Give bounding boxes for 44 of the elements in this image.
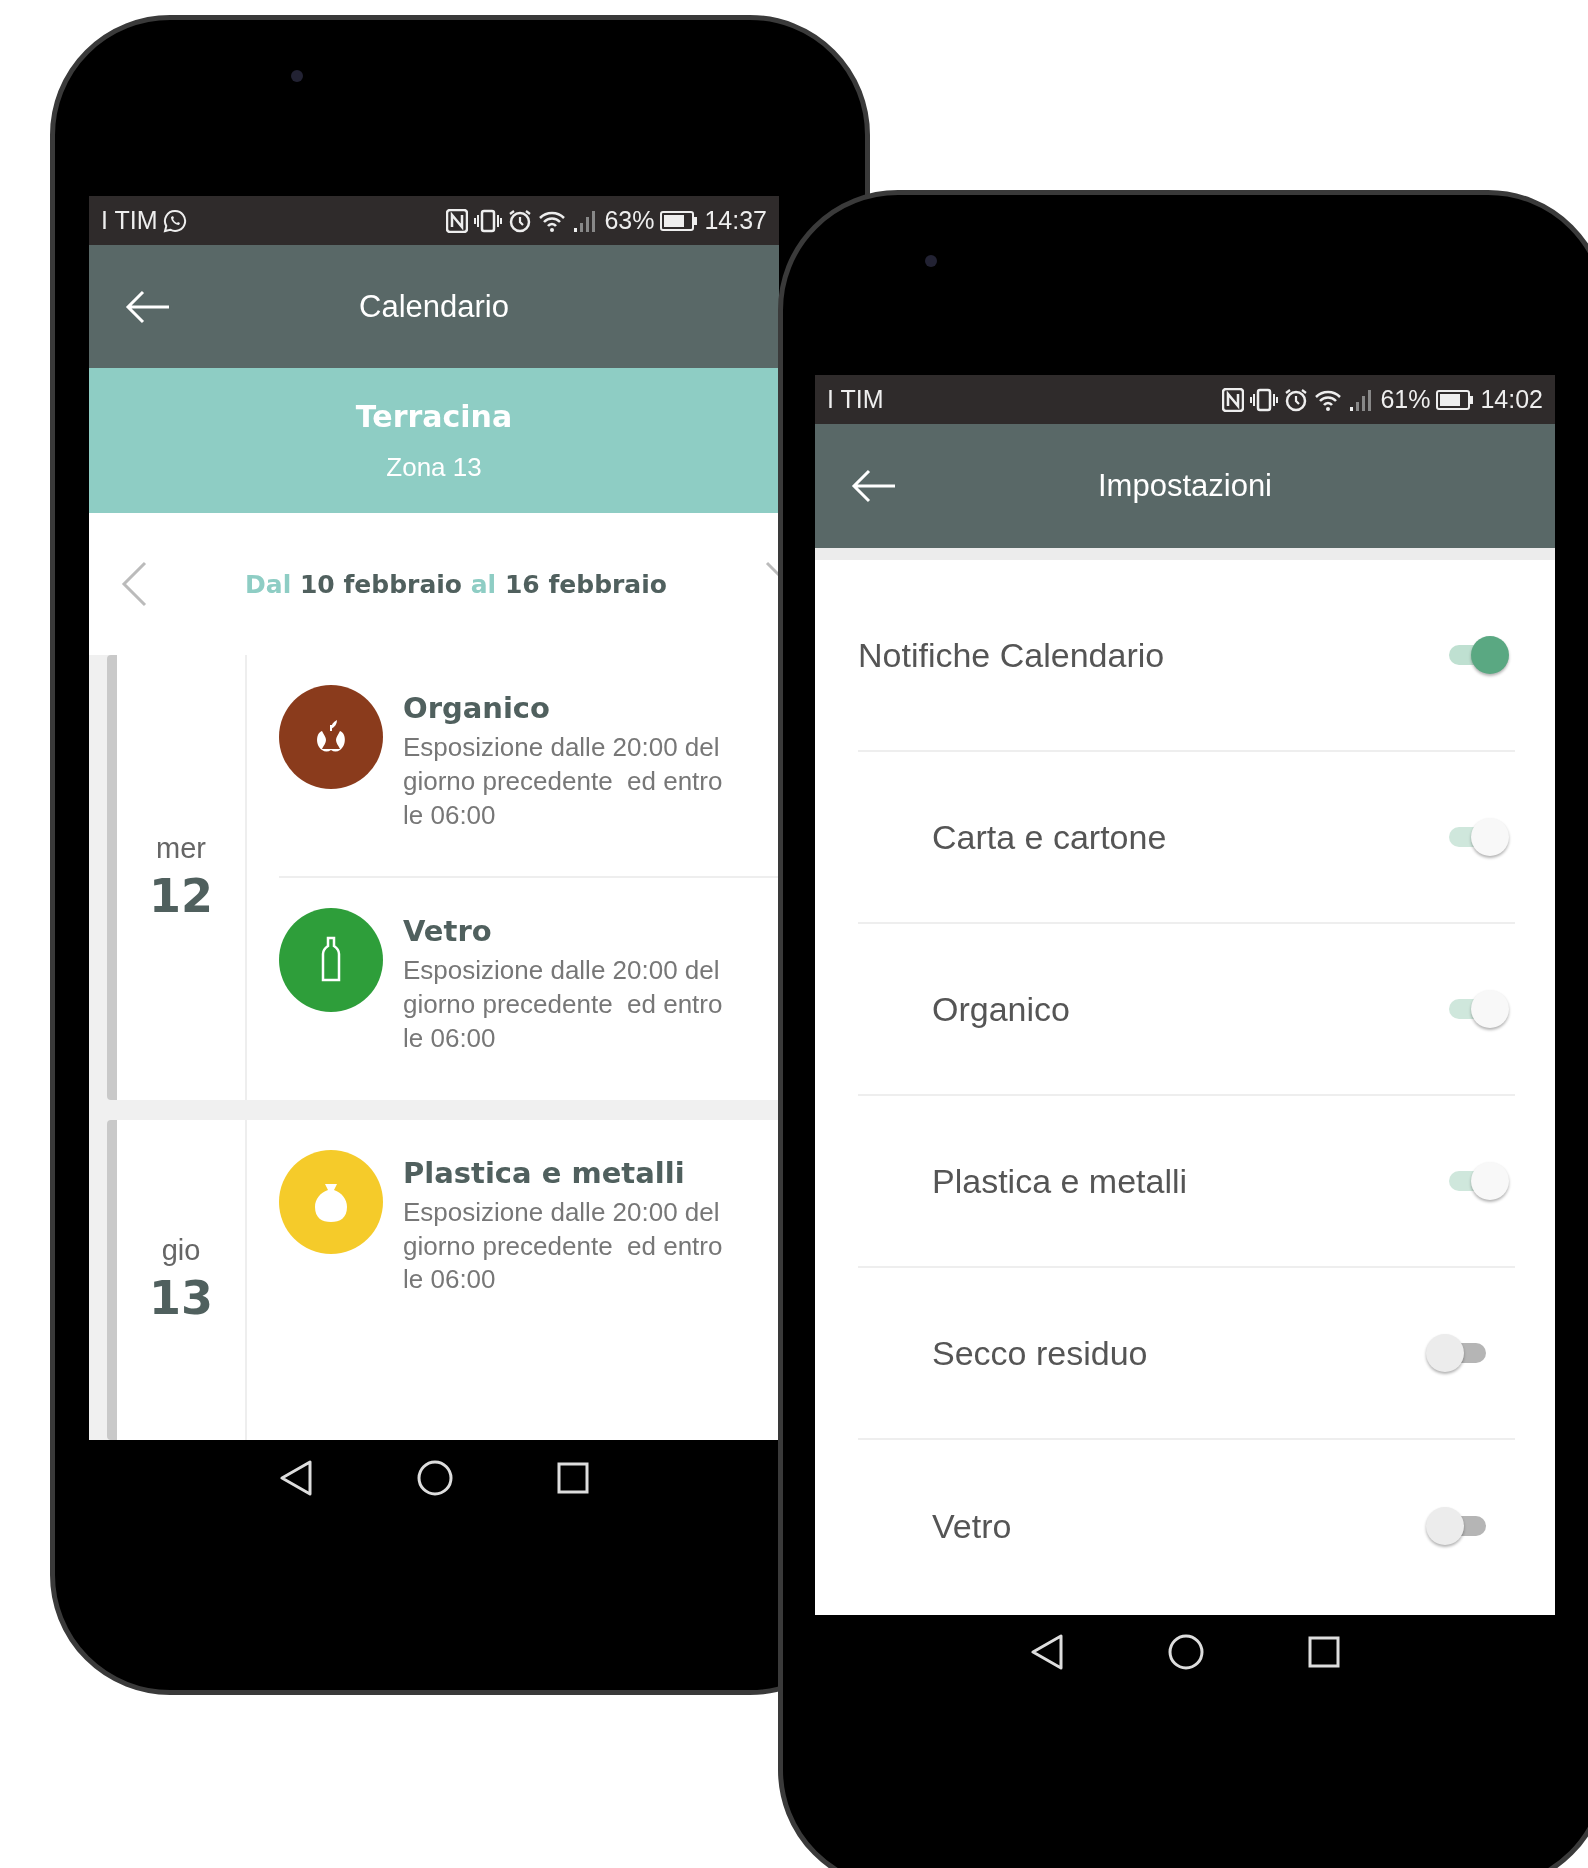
week-range: Dal 10 febbraio al 16 febbraio bbox=[245, 569, 667, 599]
weekday-label: gio bbox=[161, 1234, 201, 1268]
waste-type-title: Plastica e metalli bbox=[403, 1155, 686, 1190]
recents-nav-button[interactable] bbox=[1308, 1636, 1340, 1668]
nfc-icon bbox=[1222, 387, 1245, 412]
home-nav-button[interactable] bbox=[1168, 1634, 1204, 1670]
battery-icon bbox=[660, 210, 699, 231]
collection-time-text: Esposizione dalle 20:00 del giorno precedente ed entro le 06:00 bbox=[403, 954, 724, 1055]
setting-label: Vetro bbox=[932, 1506, 1012, 1546]
battery-percent: 61% bbox=[1380, 385, 1431, 414]
clock-time: 14:37 bbox=[704, 206, 767, 235]
vibrate-icon bbox=[474, 208, 503, 233]
screen-title: Impostazioni bbox=[1098, 468, 1272, 504]
weekday-label: mer bbox=[156, 831, 206, 865]
setting-label: Secco residuo bbox=[932, 1333, 1148, 1373]
back-nav-button[interactable] bbox=[279, 1460, 313, 1496]
screen-title: Calendario bbox=[359, 288, 509, 325]
home-nav-button[interactable] bbox=[417, 1460, 453, 1496]
nfc-icon bbox=[446, 208, 469, 233]
chat-bubble-icon bbox=[163, 208, 188, 233]
recents-nav-button[interactable] bbox=[557, 1462, 589, 1494]
zone-name: Zona 13 bbox=[386, 451, 482, 483]
setting-label: Carta e cartone bbox=[932, 817, 1167, 857]
carrier-name: I TIM bbox=[827, 385, 884, 414]
collection-time-text: Esposizione dalle 20:00 del giorno precedente ed entro le 06:00 bbox=[403, 731, 724, 832]
battery-icon bbox=[1436, 389, 1475, 410]
carrier-name: I TIM bbox=[101, 206, 158, 235]
clock-time: 14:02 bbox=[1480, 385, 1543, 414]
vibrate-icon bbox=[1250, 387, 1279, 412]
setting-label: Plastica e metalli bbox=[932, 1161, 1188, 1201]
battery-percent: 63% bbox=[604, 206, 655, 235]
day-number: 12 bbox=[149, 868, 213, 923]
back-nav-button[interactable] bbox=[1030, 1634, 1064, 1670]
camera-lens bbox=[925, 255, 937, 267]
day-number: 13 bbox=[149, 1271, 213, 1326]
setting-label: Notifiche Calendario bbox=[858, 635, 1165, 675]
setting-label: Organico bbox=[932, 989, 1070, 1029]
waste-type-title: Vetro bbox=[403, 914, 493, 949]
collection-time-text: Esposizione dalle 20:00 del giorno precedente ed entro le 06:00 bbox=[403, 1195, 724, 1297]
alarm-icon bbox=[1284, 387, 1309, 412]
alarm-icon bbox=[508, 208, 533, 233]
camera-lens bbox=[291, 70, 303, 82]
city-name: Terracina bbox=[355, 398, 513, 434]
waste-type-title: Organico bbox=[403, 691, 551, 725]
